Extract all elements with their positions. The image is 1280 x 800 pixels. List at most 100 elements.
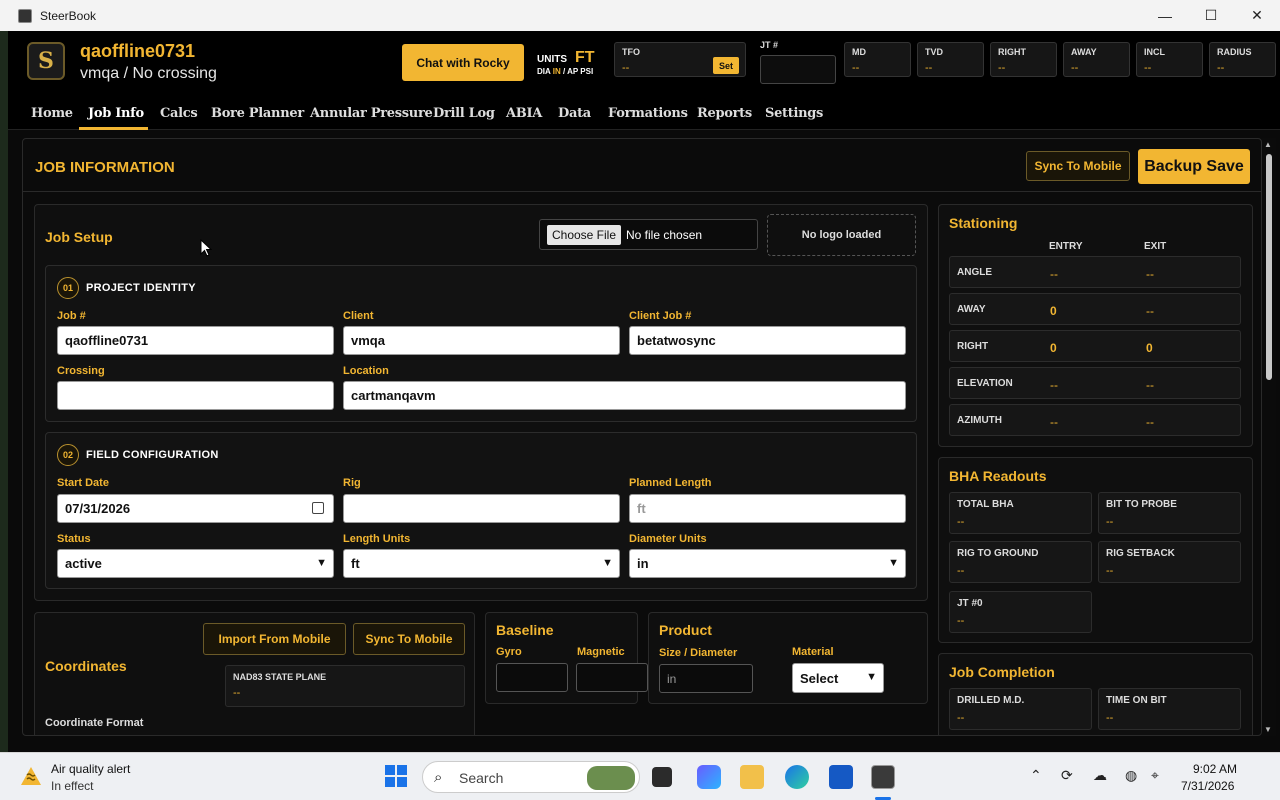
backup-save-button[interactable]: Backup Save [1138,149,1250,184]
close-icon[interactable]: ✕ [1234,0,1280,31]
drilled-md-card: DRILLED M.D. -- [949,688,1092,730]
clock-time[interactable]: 9:02 AM [1187,762,1237,776]
minimize-icon[interactable]: — [1142,0,1188,31]
coordinate-format-label: Coordinate Format [45,717,144,729]
exit-header: EXIT [1144,241,1167,252]
tvd-value: -- [925,62,933,74]
tab-job-info[interactable]: Job Info [88,106,144,121]
units-indicator[interactable]: UNITS FT [537,49,595,67]
planned-length-input[interactable]: ft [629,494,906,523]
total-bha-card: TOTAL BHA -- [949,492,1092,534]
globe-icon[interactable]: ◍ [1125,767,1137,784]
azimuth-label: AZIMUTH [957,415,1002,426]
chevron-down-icon: ▼ [888,557,899,569]
tab-abia[interactable]: ABIA [506,106,542,121]
chevron-up-icon[interactable]: ⌃ [1030,767,1042,784]
jt-input[interactable] [760,55,836,84]
material-select[interactable]: Select ▼ [792,663,884,693]
tab-data[interactable]: Data [558,106,591,121]
away-label: AWAY [1071,47,1097,57]
rig-to-ground-card: RIG TO GROUND -- [949,541,1092,583]
logo-file-input[interactable]: Choose File No file chosen [539,219,758,250]
magnetic-input[interactable] [576,663,648,692]
start-date-input[interactable]: 07/31/2026 [57,494,334,523]
store-icon[interactable] [829,765,853,789]
cloud-off-icon[interactable]: ☁ [1093,767,1107,784]
diameter-units-value: in [637,556,649,571]
tab-drill-log[interactable]: Drill Log [433,106,495,121]
chat-with-rocky-button[interactable]: Chat with Rocky [402,44,524,81]
gyro-input[interactable] [496,663,568,692]
tab-bore-planner[interactable]: Bore Planner [211,106,304,121]
length-units-select[interactable]: ft ▼ [343,549,620,578]
tfo-set-button[interactable]: Set [713,57,739,74]
copilot-icon[interactable] [697,765,721,789]
client-job-input[interactable]: betatwosync [629,326,906,355]
jt-zero-value: -- [957,615,965,627]
rig-to-ground-value: -- [957,565,965,577]
scroll-up-icon[interactable]: ▲ [1264,140,1272,149]
client-job-label: Client Job # [629,310,692,322]
drilled-md-label: DRILLED M.D. [957,695,1025,706]
job-number-input[interactable]: qaoffline0731 [57,326,334,355]
import-from-mobile-button[interactable]: Import From Mobile [203,623,346,655]
main-scrollbar[interactable]: ▲ ▼ [1262,138,1276,736]
windows-start-icon[interactable] [385,765,407,787]
choose-file-button[interactable]: Choose File [547,225,621,245]
alert-title[interactable]: Air quality alert [51,762,130,776]
edge-browser-icon[interactable] [785,765,809,789]
client-input[interactable]: vmqa [343,326,620,355]
bha-readouts-panel: BHA Readouts TOTAL BHA -- BIT TO PROBE -… [938,457,1253,643]
logo-preview: No logo loaded [767,214,916,256]
length-units-value: ft [351,556,360,571]
material-label: Material [792,646,834,658]
location-input[interactable]: cartmanqavm [343,381,906,410]
chevron-down-icon: ▼ [602,557,613,569]
coordinates-sync-to-mobile-button[interactable]: Sync To Mobile [353,623,465,655]
incl-readout: INCL -- [1136,42,1203,77]
stationing-row-azimuth: AZIMUTH -- -- [949,404,1241,436]
right-label: RIGHT [998,47,1026,57]
task-view-icon[interactable] [652,767,672,787]
section-number-badge: 01 [57,277,79,299]
air-quality-alert-icon[interactable] [20,766,42,786]
azimuth-entry: -- [1050,415,1058,429]
crossing-input[interactable] [57,381,334,410]
incl-value: -- [1144,62,1152,74]
stationing-row-away: AWAY 0 -- [949,293,1241,325]
sync-icon[interactable]: ⟳ [1061,767,1073,784]
calendar-icon[interactable] [312,502,324,514]
location-icon[interactable]: ⌖ [1151,767,1159,784]
client-label: Client [343,310,374,322]
size-diameter-input[interactable]: in [659,664,753,693]
sync-to-mobile-button[interactable]: Sync To Mobile [1026,151,1130,181]
tab-settings[interactable]: Settings [765,106,823,121]
taskbar-search[interactable]: ⌕ Search [422,761,640,793]
units-value: FT [575,49,595,66]
entry-header: ENTRY [1049,241,1083,252]
tab-annular-pressure[interactable]: Annular Pressure [310,106,433,121]
tab-reports[interactable]: Reports [697,106,752,121]
steerbook-taskbar-icon[interactable] [871,765,895,789]
units-label: UNITS [537,54,567,65]
away-value: -- [1071,62,1079,74]
status-select[interactable]: active ▼ [57,549,334,578]
window-controls: — ☐ ✕ [1142,0,1280,31]
maximize-icon[interactable]: ☐ [1188,0,1234,31]
tab-home[interactable]: Home [31,106,73,121]
right-readout: RIGHT -- [990,42,1057,77]
scroll-down-icon[interactable]: ▼ [1264,725,1272,734]
right-entry: 0 [1050,341,1057,355]
rig-input[interactable] [343,494,620,523]
product-title: Product [659,622,712,638]
search-text: Search [459,770,504,786]
bit-to-probe-value: -- [1106,516,1114,528]
clock-date[interactable]: 7/31/2026 [1181,779,1234,793]
tab-formations[interactable]: Formations [608,106,688,121]
diameter-units-select[interactable]: in ▼ [629,549,906,578]
tab-calcs[interactable]: Calcs [160,106,198,121]
file-explorer-icon[interactable] [740,765,764,789]
scroll-thumb[interactable] [1266,154,1272,380]
angle-label: ANGLE [957,267,992,278]
bit-to-probe-card: BIT TO PROBE -- [1098,492,1241,534]
